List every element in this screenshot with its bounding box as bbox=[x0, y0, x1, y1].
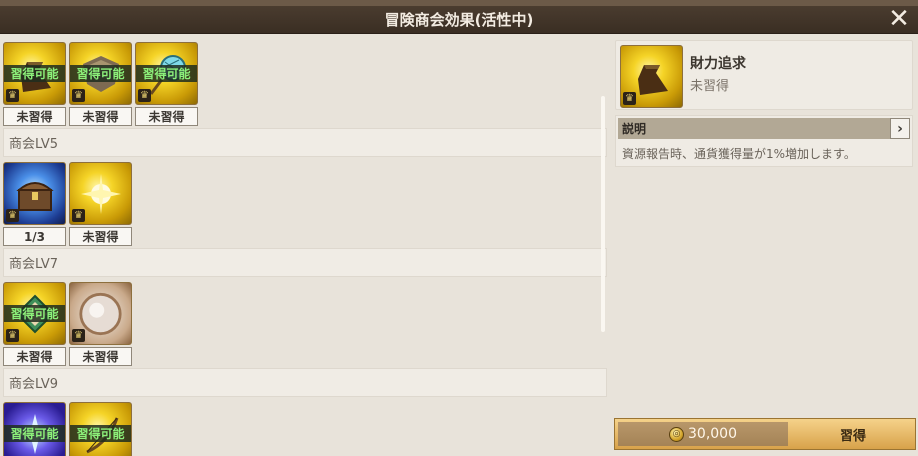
skill-icon[interactable]: 習得可能 ♛ bbox=[3, 42, 66, 105]
learnable-badge: 習得可能 bbox=[136, 65, 197, 82]
skill-slot[interactable]: 習得可能 ♛ 未習得 bbox=[3, 42, 66, 126]
crown-icon: ♛ bbox=[72, 329, 85, 342]
learnable-badge: 習得可能 bbox=[70, 65, 131, 82]
crown-icon: ♛ bbox=[623, 92, 636, 105]
skill-slot[interactable]: ♛ 1/3 bbox=[3, 162, 66, 246]
skill-icon[interactable]: ♛ bbox=[3, 162, 66, 225]
skill-slot[interactable]: 習得可能 bbox=[3, 402, 66, 456]
chevron-right-icon: › bbox=[897, 120, 903, 137]
close-icon: ✕ bbox=[888, 4, 910, 34]
skill-slot[interactable]: ♛ 未習得 bbox=[69, 282, 132, 366]
skill-slot[interactable]: 習得可能 ♛ 未習得 bbox=[135, 42, 198, 126]
title-bar: 冒険商会効果(活性中) ✕ bbox=[0, 6, 918, 34]
learnable-badge: 習得可能 bbox=[4, 425, 65, 442]
skill-status: 未習得 bbox=[69, 347, 132, 366]
level-header: 商会LV5 bbox=[3, 128, 607, 157]
selected-skill-icon: ♛ bbox=[620, 45, 683, 108]
skill-row: ♛ 1/3 ♛ 未習得 bbox=[3, 162, 132, 246]
skill-slot[interactable]: 習得可能 bbox=[69, 402, 132, 456]
skill-slot[interactable]: 習得可能 ♛ 未習得 bbox=[3, 282, 66, 366]
description-text: 資源報告時、通貨獲得量が1%増加します。 bbox=[622, 147, 856, 161]
description-box: 説明 › 資源報告時、通貨獲得量が1%増加します。 bbox=[615, 115, 913, 167]
level-header: 商会LV9 bbox=[3, 368, 607, 397]
learnable-badge: 習得可能 bbox=[70, 425, 131, 442]
skill-row: 習得可能 ♛ 未習得 習得可能 ♛ 未習得 習得可能 ♛ 未習得 bbox=[3, 42, 198, 126]
skill-icon[interactable]: 習得可能 bbox=[3, 402, 66, 456]
skill-name: 財力追求 bbox=[690, 56, 746, 72]
skill-status: 未習得 bbox=[3, 107, 66, 126]
skill-learn-status: 未習得 bbox=[690, 79, 730, 94]
learnable-badge: 習得可能 bbox=[4, 65, 65, 82]
crown-icon: ♛ bbox=[6, 329, 19, 342]
skill-row: 習得可能 習得可能 bbox=[3, 402, 132, 456]
learn-button[interactable]: 習得 bbox=[791, 419, 915, 449]
skill-status: 未習得 bbox=[69, 227, 132, 246]
skill-status: 未習得 bbox=[135, 107, 198, 126]
crown-icon: ♛ bbox=[72, 89, 85, 102]
skill-tree-panel[interactable]: 習得可能 ♛ 未習得 習得可能 ♛ 未習得 習得可能 ♛ 未習得 商会LV5 ♛… bbox=[0, 34, 612, 456]
skill-icon[interactable]: 習得可能 bbox=[69, 402, 132, 456]
description-header: 説明 › bbox=[618, 118, 910, 139]
coin-icon: ◎ bbox=[669, 426, 684, 442]
skill-status: 1/3 bbox=[3, 227, 66, 246]
selected-skill-card: ♛ 財力追求 未習得 bbox=[615, 40, 913, 110]
crown-icon: ♛ bbox=[6, 89, 19, 102]
cost-display: ◎ 30,000 bbox=[618, 422, 788, 446]
close-button[interactable]: ✕ bbox=[888, 6, 910, 32]
crown-icon: ♛ bbox=[138, 89, 151, 102]
detail-panel: ♛ 財力追求 未習得 説明 › 資源報告時、通貨獲得量が1%増加します。 ◎ 3… bbox=[612, 34, 918, 456]
skill-status: 未習得 bbox=[69, 107, 132, 126]
learn-bar: ◎ 30,000 習得 bbox=[614, 418, 916, 450]
skill-icon[interactable]: 習得可能 ♛ bbox=[135, 42, 198, 105]
skill-icon[interactable]: ♛ bbox=[69, 282, 132, 345]
window-title: 冒険商会効果(活性中) bbox=[384, 11, 534, 29]
crown-icon: ♛ bbox=[6, 209, 19, 222]
skill-icon[interactable]: 習得可能 ♛ bbox=[3, 282, 66, 345]
cost-value: 30,000 bbox=[688, 426, 737, 442]
skill-status: 未習得 bbox=[3, 347, 66, 366]
expand-button[interactable]: › bbox=[890, 118, 910, 139]
scrollbar[interactable] bbox=[601, 96, 605, 332]
learnable-badge: 習得可能 bbox=[4, 305, 65, 322]
skill-row: 習得可能 ♛ 未習得 ♛ 未習得 bbox=[3, 282, 132, 366]
skill-slot[interactable]: 習得可能 ♛ 未習得 bbox=[69, 42, 132, 126]
skill-slot[interactable]: ♛ 未習得 bbox=[69, 162, 132, 246]
skill-icon[interactable]: 習得可能 ♛ bbox=[69, 42, 132, 105]
level-header: 商会LV7 bbox=[3, 248, 607, 277]
description-label: 説明 bbox=[622, 122, 647, 136]
crown-icon: ♛ bbox=[72, 209, 85, 222]
skill-icon[interactable]: ♛ bbox=[69, 162, 132, 225]
